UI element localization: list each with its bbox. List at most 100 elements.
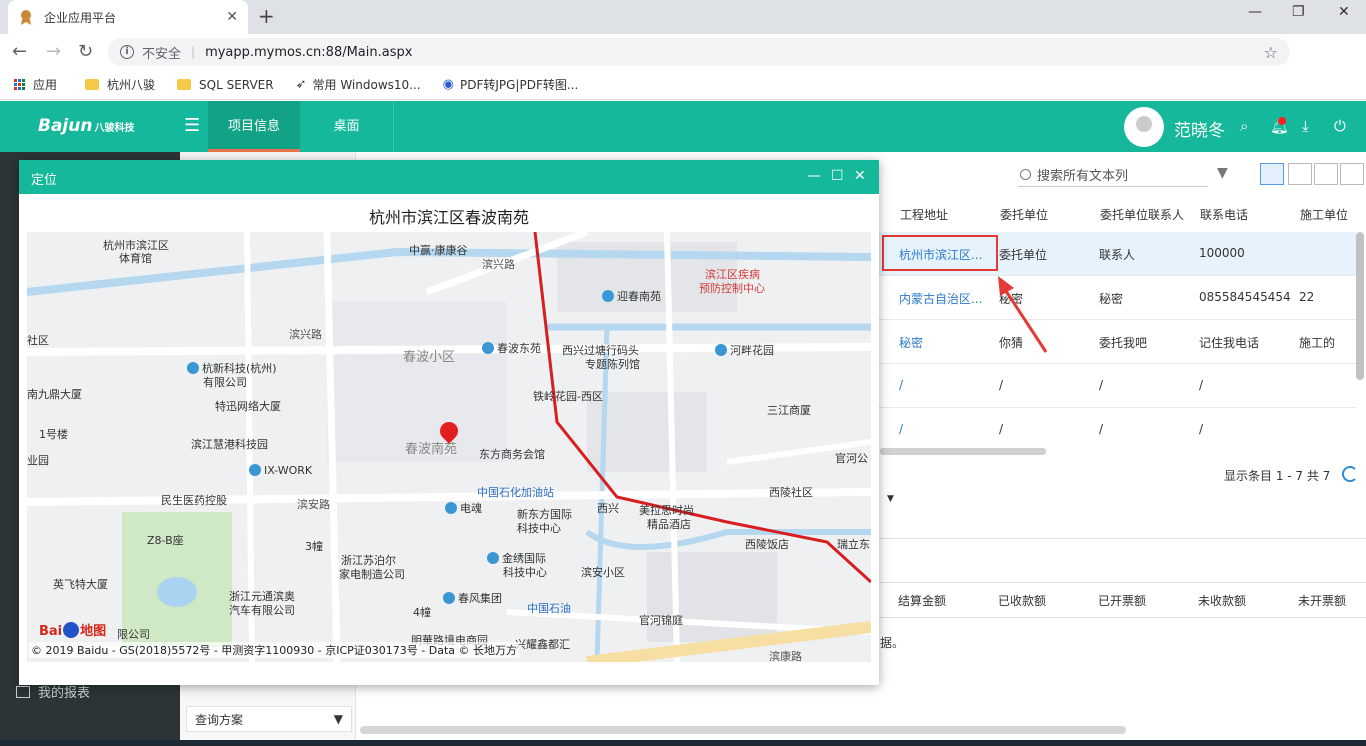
table-row[interactable]: / / / /	[878, 364, 1356, 408]
bookmark-apps[interactable]: 应用	[14, 76, 57, 93]
caret-down-icon[interactable]: ▼	[887, 494, 894, 504]
search-input[interactable]: 搜索所有文本列	[1018, 163, 1208, 187]
table-row[interactable]: 秘密 你猜 委托我吧 记住我电话 施工的	[878, 320, 1356, 364]
map-label: Z8-B座	[147, 534, 184, 547]
bookmark-hangzhou[interactable]: 杭州八骏	[85, 76, 155, 93]
horizontal-scrollbar[interactable]	[360, 726, 1126, 734]
poi-icon	[487, 552, 499, 564]
close-window-icon[interactable]: ✕	[1338, 4, 1350, 20]
map-label: 英飞特大厦	[53, 578, 108, 591]
maximize-icon[interactable]: ☐	[831, 168, 844, 184]
map-label: 西陵饭店	[745, 538, 789, 551]
map-label-text: IX-WORK	[264, 464, 313, 477]
map-label: 滨康路	[769, 650, 802, 662]
username[interactable]: 范晓冬	[1174, 116, 1225, 141]
view-layout-2-button[interactable]	[1288, 163, 1312, 185]
baidu-paw-icon	[63, 622, 80, 638]
minimize-icon[interactable]: —	[1248, 4, 1262, 20]
close-icon[interactable]: ✕	[226, 9, 238, 25]
map-label: 3幢	[305, 540, 323, 553]
bookmark-pdf[interactable]: ◉ PDF转JPG|PDF转图...	[443, 76, 579, 93]
map-label: 官河公	[835, 452, 868, 465]
new-tab-button[interactable]: +	[258, 4, 275, 28]
column-header[interactable]: 结算金额	[898, 592, 946, 609]
map-label: 有限公司	[203, 376, 247, 389]
back-icon[interactable]: ←	[12, 41, 27, 62]
url-text[interactable]: myapp.mymos.cn:88/Main.aspx	[205, 45, 1264, 60]
close-icon[interactable]: ✕	[854, 168, 866, 184]
column-header[interactable]: 工程地址	[900, 206, 948, 223]
column-header[interactable]: 未收款额	[1198, 592, 1246, 609]
company-logo[interactable]: Bajun 八骏科技	[38, 116, 134, 136]
column-header[interactable]: 委托单位	[1000, 206, 1048, 223]
filter-icon[interactable]: ▼	[1217, 165, 1228, 181]
chevron-down-icon: ▼	[333, 712, 343, 726]
table-vertical-scrollbar[interactable]	[1356, 232, 1364, 380]
map-label: 滨安小区	[581, 566, 625, 579]
column-header[interactable]: 未开票额	[1298, 592, 1346, 609]
map-label: 精品酒店	[647, 518, 691, 531]
table-cell[interactable]: 秘密	[899, 334, 985, 351]
highlight-box	[882, 235, 998, 271]
section-divider	[878, 538, 1366, 539]
map-label: 东方商务会馆	[479, 448, 545, 461]
logo-subtext: 八骏科技	[94, 123, 135, 134]
view-layout-3-button[interactable]	[1314, 163, 1338, 185]
refresh-icon[interactable]	[1342, 466, 1358, 482]
map-label: 汽车有限公司	[229, 604, 295, 617]
table-cell[interactable]: 内蒙古自治区...	[899, 290, 985, 307]
view-layout-4-button[interactable]	[1340, 163, 1364, 185]
minimize-icon[interactable]: —	[807, 168, 821, 184]
restore-icon[interactable]: ❐	[1292, 4, 1305, 20]
column-header[interactable]: 已开票额	[1098, 592, 1146, 609]
forward-icon[interactable]: →	[46, 41, 61, 62]
report-icon	[16, 685, 30, 698]
download-icon[interactable]: ⤓	[1302, 117, 1309, 135]
bookmark-label: 应用	[33, 78, 58, 92]
query-scheme-select[interactable]: 查询方案 ▼	[186, 706, 352, 732]
info-icon[interactable]: i	[120, 45, 134, 59]
column-header[interactable]: 委托单位联系人	[1100, 206, 1184, 223]
search-icon[interactable]: ⌕	[1240, 117, 1248, 135]
map-label: 中国石化加油站	[477, 486, 554, 499]
reload-icon[interactable]: ↻	[78, 41, 93, 62]
bookmarks-bar: 应用 杭州八骏 SQL SERVER ➶ 常用 Windows10... ◉ P…	[0, 70, 1366, 100]
table-cell[interactable]: /	[899, 378, 903, 392]
table-cell: /	[1099, 378, 1104, 392]
bookmark-windows10[interactable]: ➶ 常用 Windows10...	[296, 76, 421, 93]
table-row[interactable]: 内蒙古自治区... 秘密 秘密 085584545454 22	[878, 276, 1356, 320]
map-label: IX-WORK	[249, 464, 312, 477]
column-header[interactable]: 联系电话	[1200, 206, 1248, 223]
table-row[interactable]: / / / /	[878, 408, 1356, 452]
map-label: 河畔花园	[715, 342, 774, 358]
view-layout-1-button[interactable]	[1260, 163, 1284, 185]
table-cell: 委托单位	[999, 248, 1048, 262]
tab-desktop[interactable]: 桌面	[300, 101, 394, 152]
map-label-text: 春波东苑	[497, 342, 541, 355]
address-bar-row: ← → ↻ i 不安全 | myapp.mymos.cn:88/Main.asp…	[0, 34, 1366, 96]
dialog-title: 定位	[31, 173, 58, 188]
table-cell[interactable]: /	[899, 422, 903, 436]
table-cell: 施工的	[1299, 336, 1336, 350]
baidu-map[interactable]: 杭州市滨江区 体育馆 中赢·康康谷 滨兴路 滨江区疾病 预防控制中心 迎春南苑 …	[27, 232, 871, 662]
column-header[interactable]: 已收款额	[998, 592, 1046, 609]
map-label: 专题陈列馆	[585, 358, 640, 371]
notification-dot	[1278, 117, 1286, 125]
bookmark-star-icon[interactable]: ☆	[1264, 43, 1278, 62]
map-label: 西陵社区	[769, 486, 813, 499]
bookmark-sqlserver[interactable]: SQL SERVER	[177, 78, 274, 92]
map-label-text: 河畔花园	[730, 344, 774, 357]
omnibox[interactable]: i 不安全 | myapp.mymos.cn:88/Main.aspx ☆	[108, 38, 1290, 66]
bookmark-label: 杭州八骏	[107, 78, 156, 92]
table-cell: 联系人	[1099, 248, 1136, 262]
map-label: 西兴	[597, 502, 619, 515]
power-icon[interactable]: ⏻	[1334, 117, 1346, 135]
avatar[interactable]	[1124, 107, 1164, 147]
column-header[interactable]: 施工单位	[1300, 206, 1348, 223]
table-horizontal-scrollbar[interactable]	[880, 448, 1046, 455]
pdf-site-icon: ◉	[442, 77, 454, 92]
table-cell: /	[1199, 422, 1204, 436]
tab-project-info[interactable]: 项目信息	[208, 101, 300, 152]
browser-tab[interactable]: 企业应用平台 ✕	[8, 0, 248, 34]
hamburger-menu-icon[interactable]: ☰	[184, 115, 200, 136]
